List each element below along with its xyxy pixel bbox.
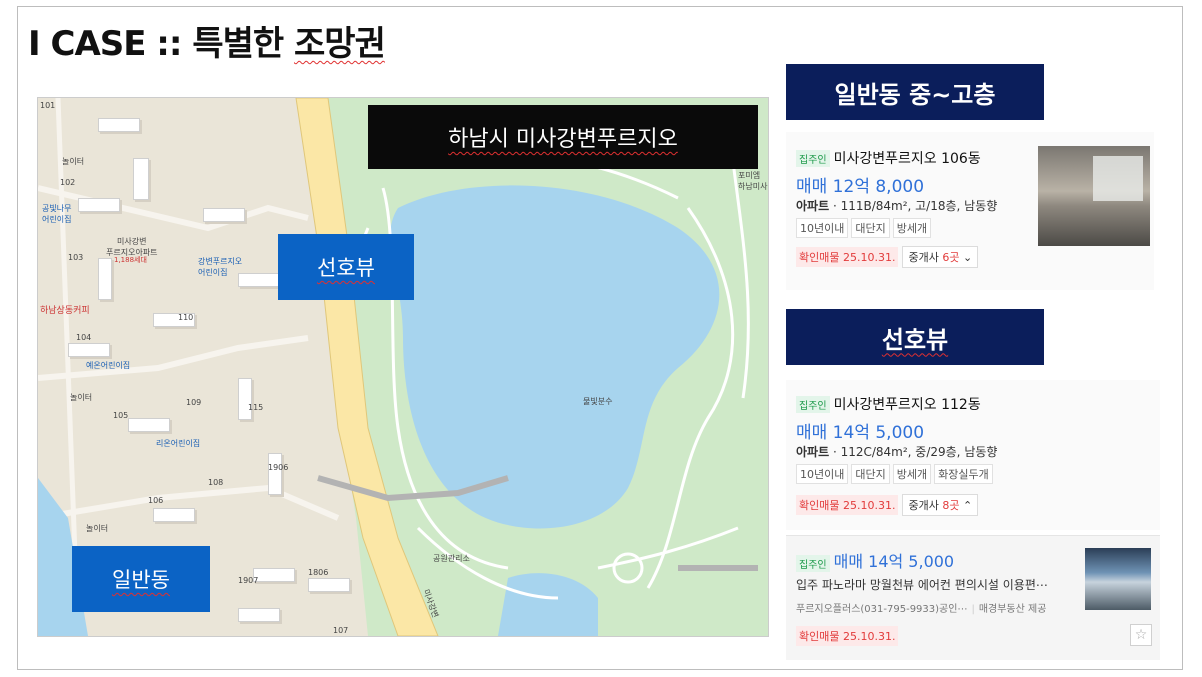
map-label: 공원관리소 (433, 554, 470, 563)
feature-chip: 방세개 (892, 464, 932, 484)
panel-header-view-label: 선호뷰 (881, 325, 949, 354)
confirmed-badge: 확인매물 25.10.31. (796, 626, 899, 646)
title-highlight: 조망권 (294, 24, 386, 64)
listing-price: 매매 14억 5,000 (796, 423, 925, 443)
feature-chip: 10년이내 (796, 464, 849, 484)
broker-listing-item[interactable]: 집주인 매매 14억 5,000 입주 파노라마 망월천뷰 에어컨 편의시설 이용… (786, 535, 1160, 660)
listing-detail: · 111B/84m², 고/18층, 남동향 (829, 199, 998, 213)
broker-button[interactable]: 중개사 8곳 ⌃ (902, 494, 979, 516)
map-label: 1907 (238, 576, 259, 585)
broker-count: 8곳 (942, 499, 960, 512)
building (308, 578, 350, 592)
map-label: 108 (208, 478, 224, 487)
panel-header-general: 일반동 중~고층 (786, 64, 1044, 120)
map-label: 103 (68, 253, 84, 262)
listing-type: 아파트 (796, 199, 830, 213)
feature-chip: 화장실두개 (934, 464, 993, 484)
broker-count: 6곳 (942, 251, 960, 264)
map-label: 106 (148, 496, 164, 505)
listing-description: 입주 파노라마 망월천뷰 에어컨 편의시설 이용편⋯ (796, 578, 1048, 592)
building (133, 158, 149, 200)
map-label: 하남상동커피 (40, 306, 90, 316)
map-label: 1,188세대 (114, 256, 147, 264)
map-tag-general: 일반동 (72, 546, 210, 612)
panel-header-view: 선호뷰 (786, 309, 1044, 365)
broker-button[interactable]: 중개사 6곳 ⌄ (902, 246, 979, 268)
map-tag-complex: 하남시 미사강변푸르지오 (368, 105, 758, 169)
building (238, 378, 252, 420)
map-label: 115 (248, 403, 264, 412)
map-label: 리온어린이집 (156, 439, 201, 448)
building (268, 453, 282, 495)
map-label: 101 (40, 101, 56, 110)
map-label: 포미엠 하남미사 (738, 171, 768, 191)
map-tag-view-label: 선호뷰 (317, 256, 375, 280)
listing-name: 미사강변푸르지오 112동 (833, 397, 981, 413)
map-label: 공빛나무 어린이집 (42, 204, 72, 224)
agency-name: 푸르지오플러스(031-795-9933)공인⋯ (796, 604, 968, 615)
feature-chip: 방세개 (892, 218, 932, 238)
building (238, 273, 280, 287)
map-label: 105 (113, 411, 129, 420)
building (98, 258, 112, 300)
confirmed-badge: 확인매물 25.10.31. (796, 247, 899, 267)
building (128, 418, 170, 432)
map-label: 1906 (268, 463, 289, 472)
building (153, 508, 195, 522)
map-label: 놀이터 (70, 393, 93, 402)
broker-label: 중개사 (908, 499, 943, 512)
listing-name: 미사강변푸르지오 106동 (833, 151, 981, 167)
listing-type: 아파트 (796, 445, 830, 459)
map-label: 1806 (308, 568, 329, 577)
map-label: 104 (76, 333, 92, 342)
building (203, 208, 245, 222)
chevron-down-icon: ⌄ (962, 251, 973, 264)
map-label: 물빛분수 (583, 397, 613, 406)
listing-price: 매매 12억 8,000 (796, 177, 925, 197)
map-tag-complex-label: 하남시 미사강변푸르지오 (448, 127, 678, 152)
listing-photo[interactable] (1085, 548, 1151, 610)
map-tag-view: 선호뷰 (278, 234, 414, 300)
owner-badge: 집주인 (796, 395, 830, 413)
feature-chip: 10년이내 (796, 218, 849, 238)
feature-chip: 대단지 (851, 464, 890, 484)
map-tag-general-label: 일반동 (112, 568, 170, 592)
broker-label: 중개사 (908, 251, 943, 264)
building (238, 608, 280, 622)
title-prefix: I CASE :: 특별한 (28, 24, 295, 64)
map-label: 110 (178, 313, 194, 322)
listing-card-general[interactable]: 집주인 미사강변푸르지오 106동 매매 12억 8,000 아파트 · 111B… (786, 132, 1154, 290)
listing-card-view[interactable]: 집주인 미사강변푸르지오 112동 매매 14억 5,000 아파트 · 112C… (786, 380, 1160, 530)
map-label: 107 (333, 626, 349, 635)
map-label: 102 (60, 178, 76, 187)
map-label: 놀이터 (62, 157, 85, 166)
confirmed-badge: 확인매물 25.10.31. (796, 495, 899, 515)
chevron-up-icon: ⌃ (962, 499, 973, 512)
building (98, 118, 140, 132)
listing-detail: · 112C/84m², 중/29층, 남동향 (829, 445, 998, 459)
listing-photo[interactable] (1038, 146, 1150, 246)
building (253, 568, 295, 582)
building (78, 198, 120, 212)
map-label: 109 (186, 398, 202, 407)
owner-badge: 집주인 (796, 555, 830, 572)
map-label: 예온어린이집 (86, 361, 131, 370)
building (68, 343, 110, 357)
feature-chip: 대단지 (851, 218, 890, 238)
slide-title: I CASE :: 특별한 조망권 (28, 16, 386, 65)
map-label: 강변푸르지오 어린이집 (198, 257, 243, 277)
panel-header-general-label: 일반동 중~고층 (834, 80, 996, 109)
owner-badge: 집주인 (796, 149, 830, 167)
star-icon[interactable]: ☆ (1130, 624, 1152, 646)
data-provider: 매경부동산 제공 (978, 604, 1047, 615)
map-label: 놀이터 (86, 524, 109, 533)
listing-price: 매매 14억 5,000 (833, 552, 955, 571)
